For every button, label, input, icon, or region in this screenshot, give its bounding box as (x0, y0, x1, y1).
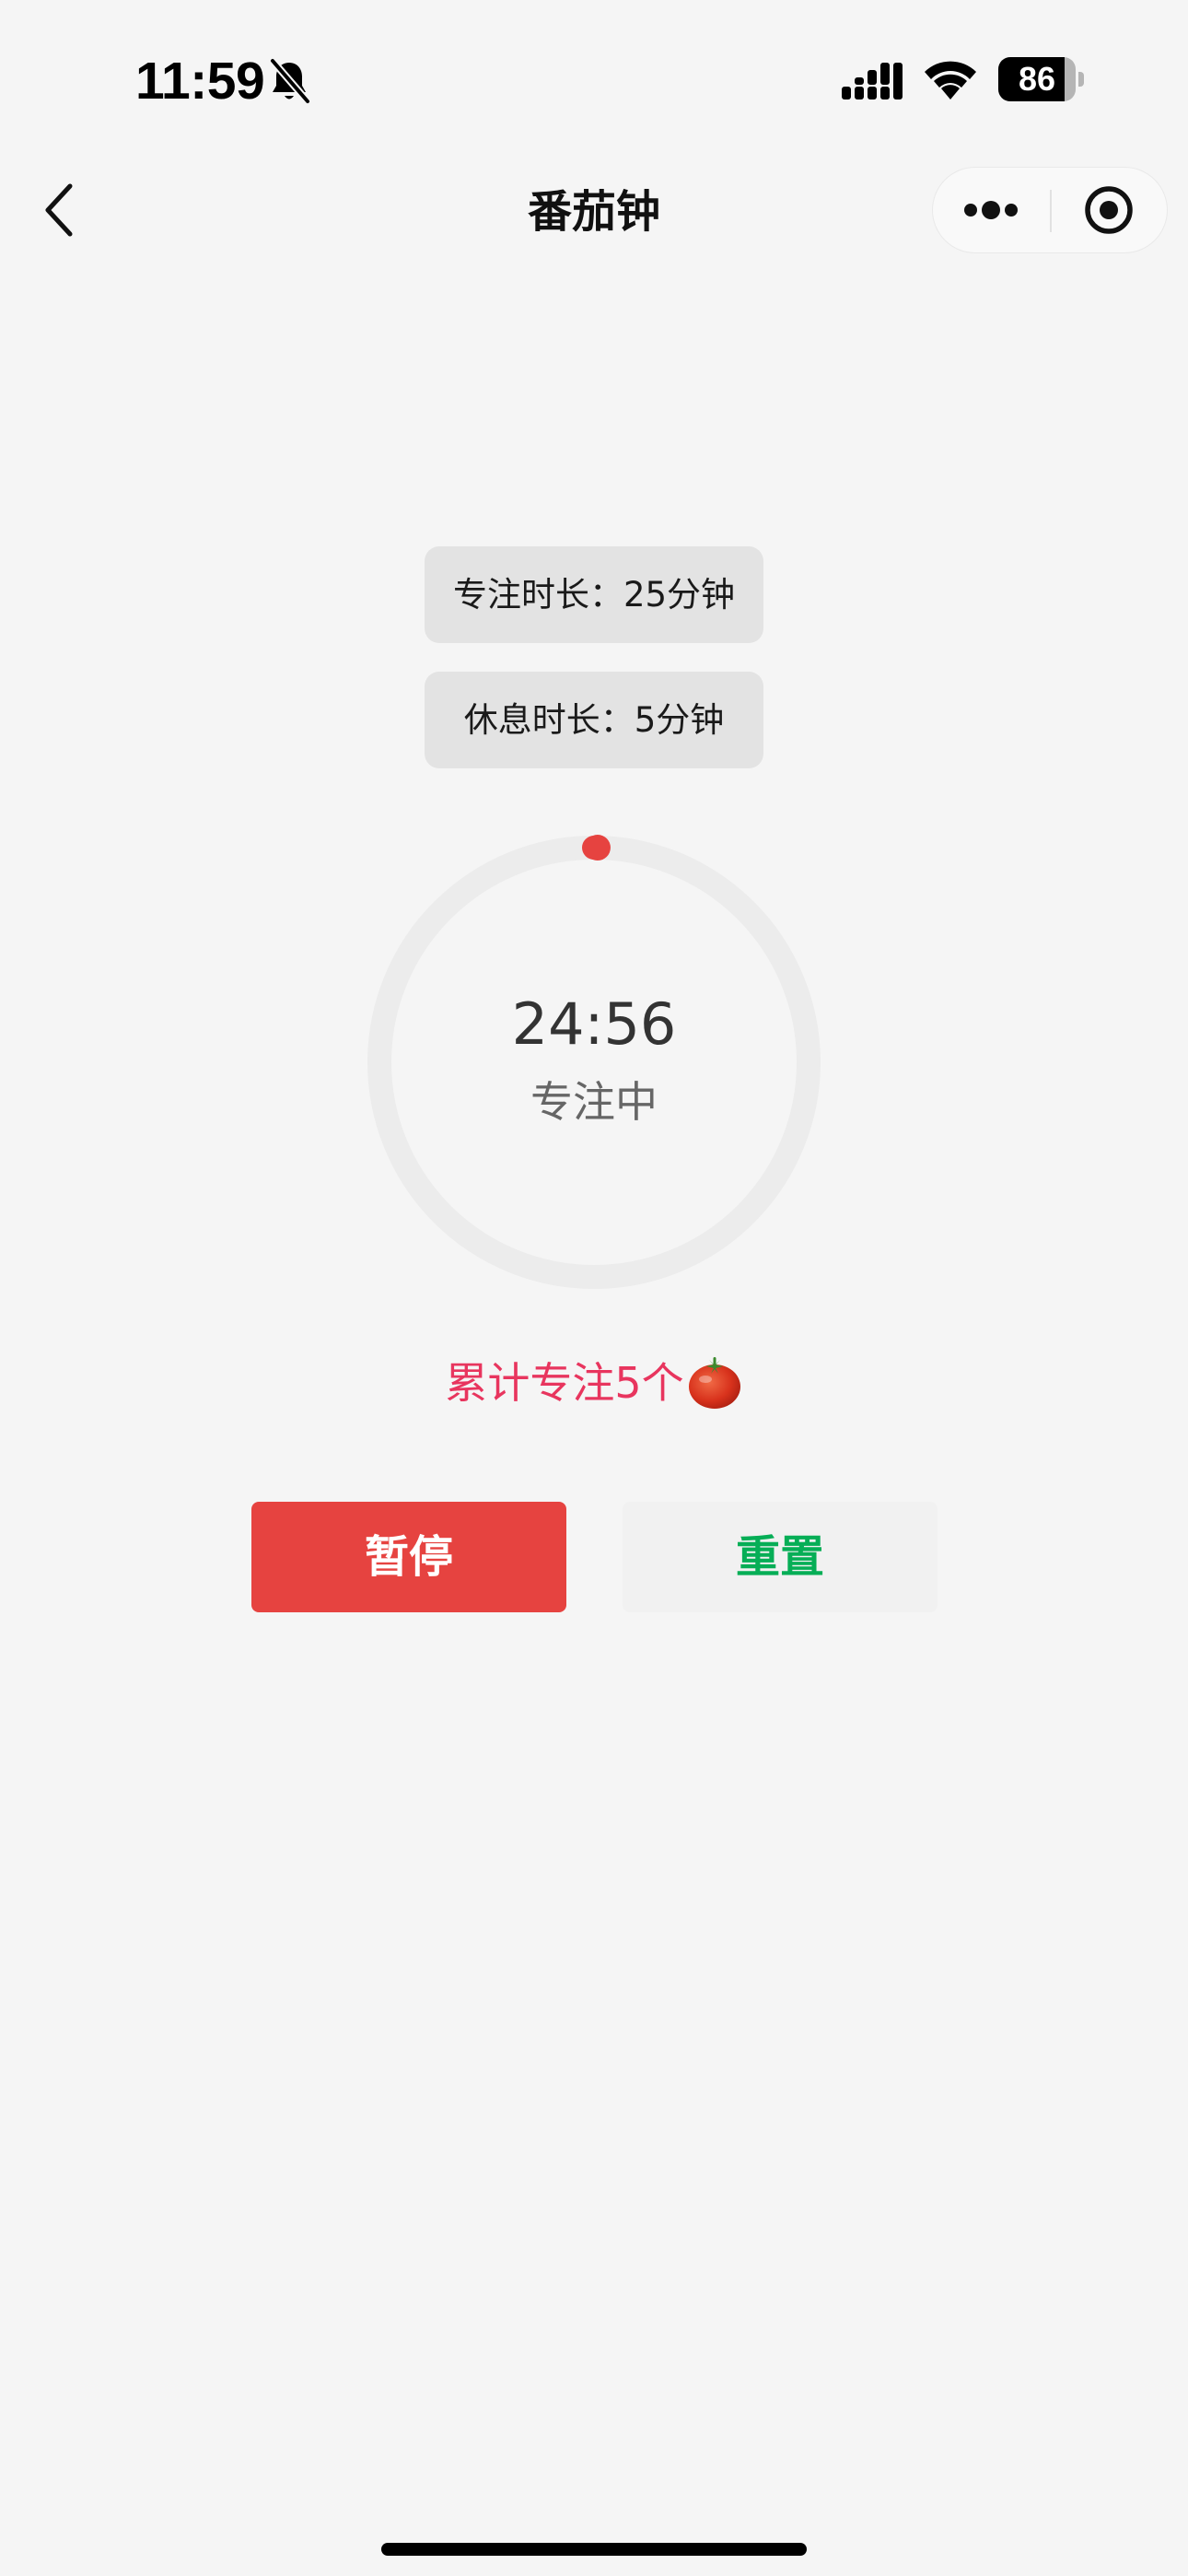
battery-icon: 86 (998, 57, 1085, 101)
home-indicator[interactable] (381, 2543, 807, 2556)
battery-level: 86 (1018, 60, 1056, 98)
timer-countdown: 24:56 (511, 990, 677, 1058)
tomato-icon (688, 1356, 740, 1409)
battery-body: 86 (998, 57, 1076, 101)
ring-track (367, 836, 821, 1289)
status-time: 11:59 (135, 52, 265, 111)
reset-button[interactable]: 重置 (623, 1502, 938, 1612)
total-focus-text: 累计专注5个 (445, 1358, 684, 1408)
wifi-icon (925, 61, 976, 100)
focus-duration-chip[interactable]: 专注时长：25分钟 (425, 546, 763, 643)
menu-capsule (932, 167, 1168, 253)
battery-cap (1078, 72, 1084, 87)
rest-duration-chip[interactable]: 休息时长：5分钟 (425, 672, 763, 768)
timer-status: 专注中 (530, 1077, 658, 1127)
timer-ring: 24:56 专注中 (365, 833, 823, 1292)
more-dots-icon[interactable] (933, 168, 1050, 252)
total-focus-count: 累计专注5个 (0, 1351, 1188, 1415)
timer-ring-graphic (367, 835, 821, 1289)
pause-button[interactable]: 暂停 (251, 1502, 566, 1612)
ring-progress-dot (584, 835, 611, 861)
close-target-icon[interactable] (1052, 168, 1167, 252)
bell-slash-icon (269, 57, 311, 105)
cellular-signal-icon (842, 63, 903, 100)
pomodoro-page: 11:59 86 番茄钟 专注时长：25分钟 休息时长：5分钟 24:56 专注… (0, 0, 1188, 2576)
